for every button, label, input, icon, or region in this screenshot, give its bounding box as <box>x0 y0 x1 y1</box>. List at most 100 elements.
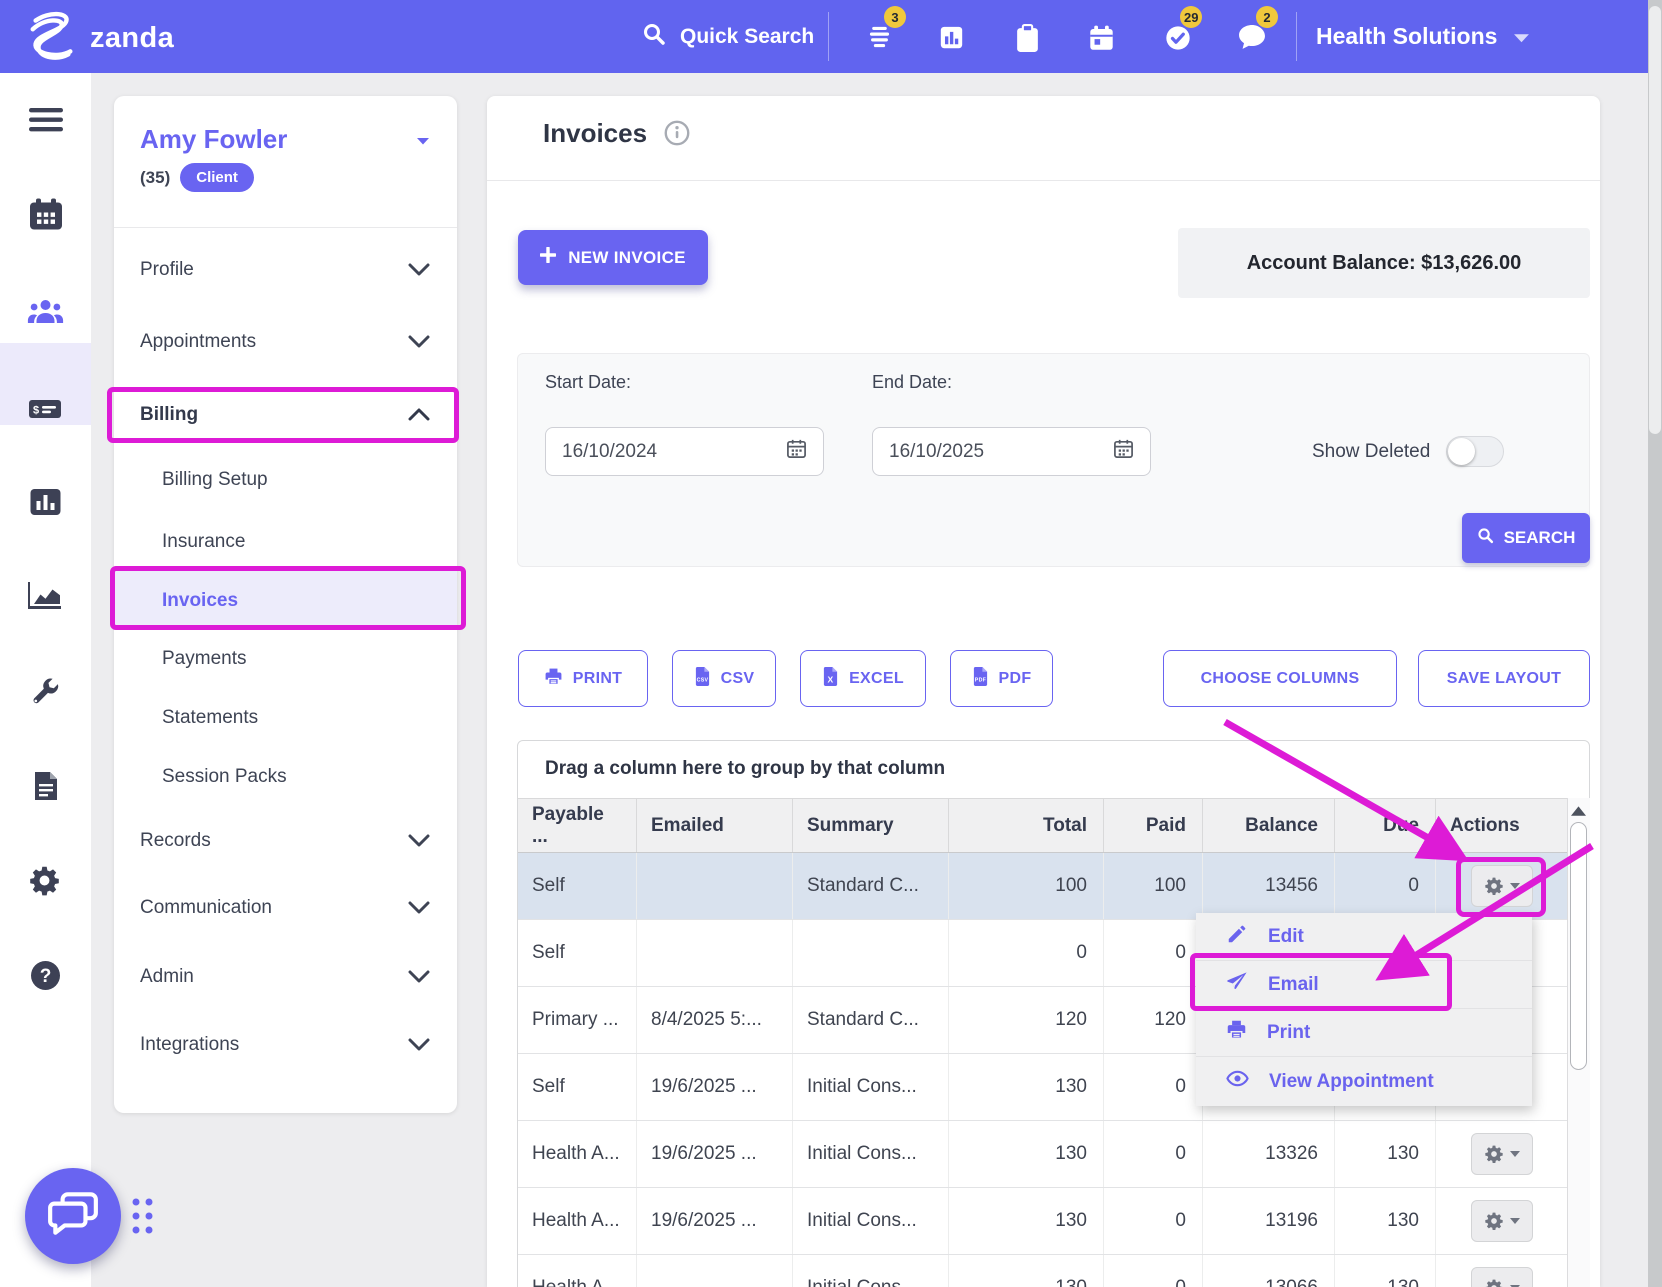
row-actions-button[interactable] <box>1471 1267 1533 1287</box>
calendar-sidebar-icon[interactable] <box>29 198 63 236</box>
sidebar-item-statements[interactable]: Statements <box>162 703 432 733</box>
col-balance[interactable]: Balance <box>1203 799 1335 852</box>
cell-actions <box>1436 853 1567 919</box>
sidebar-item-profile[interactable]: Profile <box>140 255 410 285</box>
row-actions-button[interactable] <box>1471 1133 1533 1175</box>
sidebar-item-records[interactable]: Records <box>140 826 410 856</box>
client-name[interactable]: Amy Fowler <box>140 124 287 155</box>
col-summary[interactable]: Summary <box>793 799 949 852</box>
brand-name: zanda <box>90 22 174 55</box>
row-actions-button[interactable] <box>1471 1200 1533 1242</box>
tools-wrench-icon[interactable] <box>28 676 62 713</box>
drag-handle-dots[interactable] <box>130 1196 155 1241</box>
table-row[interactable]: Health A... 19/6/2025 ... Initial Cons..… <box>518 1188 1567 1255</box>
calendar-picker-icon[interactable] <box>786 438 807 465</box>
table-header-row: Payable ... Emailed Summary Total Paid B… <box>518 798 1567 853</box>
reports-icon[interactable] <box>29 488 62 521</box>
cell-due: 0 <box>1335 853 1436 919</box>
choose-columns-button[interactable]: CHOOSE COLUMNS <box>1163 650 1397 707</box>
sidebar-item-integrations[interactable]: Integrations <box>140 1030 410 1060</box>
waitlist-icon[interactable] <box>866 24 893 51</box>
quick-search[interactable]: Quick Search <box>642 0 814 73</box>
new-invoice-button[interactable]: NEW INVOICE <box>518 230 708 285</box>
col-emailed[interactable]: Emailed <box>637 799 793 852</box>
plus-icon <box>540 247 556 268</box>
printer-icon <box>1226 1019 1247 1046</box>
col-payable[interactable]: Payable ... <box>518 799 637 852</box>
menu-hamburger-icon[interactable] <box>29 107 63 138</box>
divider <box>114 227 457 228</box>
end-date-input[interactable]: 16/10/2025 <box>872 427 1151 476</box>
show-deleted-toggle[interactable] <box>1446 436 1504 467</box>
analytics-icon[interactable] <box>28 580 62 615</box>
table-scrollbar-thumb[interactable] <box>1570 822 1587 1070</box>
start-date-value: 16/10/2024 <box>562 441 657 463</box>
search-icon <box>642 22 666 52</box>
client-caret-down-icon[interactable] <box>416 134 430 152</box>
brand[interactable]: zanda <box>26 9 174 68</box>
settings-gear-icon[interactable] <box>28 864 61 902</box>
cell-summary: Standard C... <box>793 853 949 919</box>
menu-item-view-appointment[interactable]: View Appointment <box>1196 1057 1532 1106</box>
chevron-down-icon <box>408 901 430 914</box>
menu-item-edit[interactable]: Edit <box>1196 913 1532 961</box>
scroll-up-icon[interactable] <box>1571 803 1586 821</box>
cell-paid: 0 <box>1104 1188 1203 1254</box>
notes-file-icon[interactable] <box>32 770 60 807</box>
sidebar-item-communication[interactable]: Communication <box>140 893 410 923</box>
sidebar-item-admin[interactable]: Admin <box>140 962 410 992</box>
cell-summary: Standard C... <box>793 987 949 1053</box>
cell-actions <box>1436 1121 1567 1187</box>
toggle-knob <box>1448 438 1475 465</box>
file-excel-icon: X <box>822 666 839 692</box>
sidebar-item-billing[interactable]: Billing <box>140 400 410 430</box>
table-row[interactable]: Self Standard C... 100 100 13456 0 <box>518 853 1567 920</box>
sidebar-item-billing-setup[interactable]: Billing Setup <box>162 465 432 495</box>
save-layout-button[interactable]: SAVE LAYOUT <box>1418 650 1590 707</box>
bar-chart-icon[interactable] <box>938 24 965 51</box>
cell-total: 130 <box>949 1188 1104 1254</box>
table-row[interactable]: Health A... 19/6/2025 ... Initial Cons..… <box>518 1121 1567 1188</box>
col-total[interactable]: Total <box>949 799 1104 852</box>
sidebar-item-insurance[interactable]: Insurance <box>162 527 432 557</box>
account-menu[interactable]: Health Solutions <box>1316 0 1530 73</box>
search-button[interactable]: SEARCH <box>1462 513 1590 563</box>
chat-fab-button[interactable] <box>25 1168 121 1264</box>
cell-emailed: 8/4/2025 5:... <box>637 987 793 1053</box>
clients-icon[interactable] <box>27 297 64 332</box>
client-meta: (35) Client <box>140 163 254 192</box>
csv-button[interactable]: CSV CSV <box>672 650 776 707</box>
cell-balance: 13456 <box>1203 853 1335 919</box>
chevron-down-icon <box>408 1038 430 1051</box>
sidebar-item-invoices[interactable]: Invoices <box>162 586 432 616</box>
col-due[interactable]: Due <box>1335 799 1436 852</box>
sidebar-item-session-packs[interactable]: Session Packs <box>162 762 432 792</box>
page-scrollbar[interactable] <box>1648 0 1662 1287</box>
col-paid[interactable]: Paid <box>1104 799 1203 852</box>
start-date-input[interactable]: 16/10/2024 <box>545 427 824 476</box>
print-button[interactable]: PRINT <box>518 650 648 707</box>
help-icon[interactable]: ? <box>30 960 61 996</box>
pdf-button[interactable]: PDF PDF <box>950 650 1053 707</box>
sidebar-item-appointments[interactable]: Appointments <box>140 327 410 357</box>
cell-total: 120 <box>949 987 1104 1053</box>
tasks-icon[interactable] <box>1164 24 1191 51</box>
info-icon[interactable] <box>664 120 690 151</box>
calendar-icon[interactable] <box>1088 24 1115 51</box>
table-row[interactable]: Health A... Initial Cons... 130 0 13066 … <box>518 1255 1567 1287</box>
row-actions-button[interactable] <box>1471 865 1533 907</box>
col-actions: Actions <box>1436 799 1567 852</box>
menu-item-print[interactable]: Print <box>1196 1009 1532 1057</box>
messages-icon[interactable] <box>1238 24 1265 51</box>
excel-button[interactable]: X EXCEL <box>800 650 926 707</box>
cell-payable: Primary ... <box>518 987 637 1053</box>
page-scrollbar-thumb[interactable] <box>1649 6 1661 434</box>
calendar-picker-icon[interactable] <box>1113 438 1134 465</box>
sidebar-item-payments[interactable]: Payments <box>162 644 432 674</box>
cell-payable: Self <box>518 920 637 986</box>
billing-money-icon[interactable]: $ <box>28 396 62 427</box>
cell-actions <box>1436 1255 1567 1287</box>
clipboard-icon[interactable] <box>1015 24 1042 51</box>
menu-item-email[interactable]: Email <box>1196 961 1532 1009</box>
save-layout-label: SAVE LAYOUT <box>1447 670 1561 688</box>
